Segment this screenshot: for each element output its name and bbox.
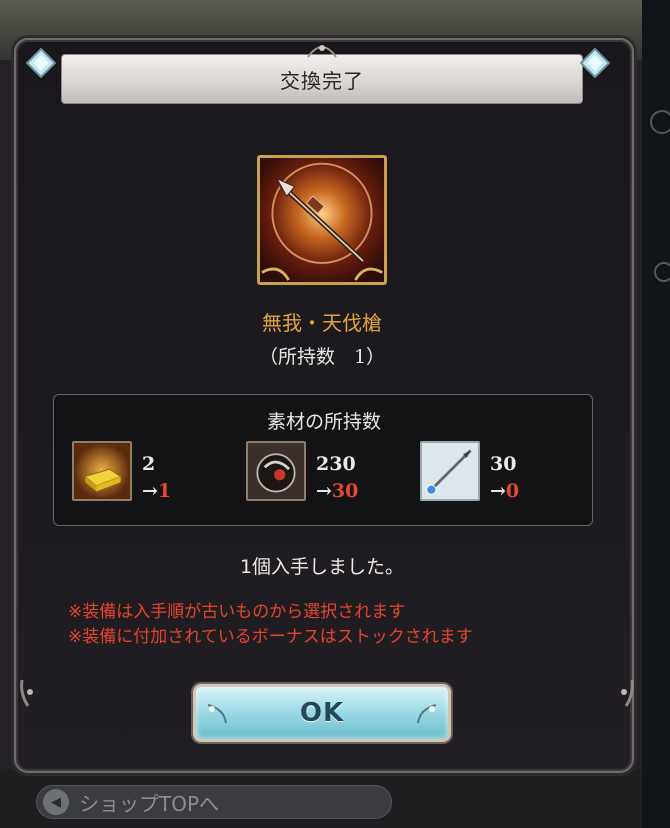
spear-weapon-icon (257, 155, 387, 285)
material-after-count: 30 (331, 480, 359, 502)
side-ring-icon (650, 110, 670, 134)
material-before-count: 30 (490, 453, 517, 475)
item-name: 無我・天伐槍 (262, 311, 382, 335)
diamond-ornament-icon (25, 47, 57, 79)
notes-list: ※装備は入手順が古いものから選択されます ※装備に付加されているボーナスはストッ… (68, 600, 473, 650)
frame-ornament-icon (620, 678, 650, 708)
diamond-ornament-icon (579, 47, 611, 79)
button-ornament-icon (417, 704, 437, 724)
button-ornament-icon (207, 704, 227, 724)
back-arrow-icon: ◀ (43, 789, 69, 815)
material-item: 30 →0 (420, 441, 519, 505)
back-button-label: ショップTOPへ (79, 791, 220, 816)
arrow-prefix: → (142, 480, 158, 502)
material-after-count: 1 (157, 480, 172, 502)
ok-button[interactable]: OK (193, 684, 451, 742)
silver-spear-icon (420, 441, 480, 501)
material-item: 230 →30 (246, 441, 358, 505)
materials-panel: 素材の所持数 2 →1 230 →30 30 →0 (53, 394, 593, 526)
shop-top-back-button[interactable]: ◀ ショップTOPへ (36, 785, 392, 819)
material-before-count: 2 (142, 453, 156, 475)
title-ornament-icon (307, 45, 337, 58)
ok-button-label: OK (299, 698, 345, 728)
dialog-title-bar: 交換完了 (62, 55, 582, 103)
note-line: ※装備に付加されているボーナスはストックされます (68, 627, 473, 647)
gold-brick-icon (72, 441, 132, 501)
materials-title: 素材の所持数 (266, 411, 381, 433)
dark-orb-icon (246, 441, 306, 501)
obtained-message: 1個入手しました。 (239, 556, 405, 578)
dialog-title: 交換完了 (280, 68, 364, 93)
item-owned-count: （所持数 1） (258, 346, 386, 368)
arrow-prefix: → (316, 480, 332, 502)
arrow-prefix: → (490, 480, 506, 502)
side-ring-icon (654, 262, 670, 282)
material-after-count: 0 (505, 480, 520, 502)
material-before-count: 230 (316, 453, 356, 475)
frame-ornament-icon (18, 678, 48, 708)
material-item: 2 →1 (72, 441, 171, 505)
note-line: ※装備は入手順が古いものから選択されます (68, 602, 406, 622)
